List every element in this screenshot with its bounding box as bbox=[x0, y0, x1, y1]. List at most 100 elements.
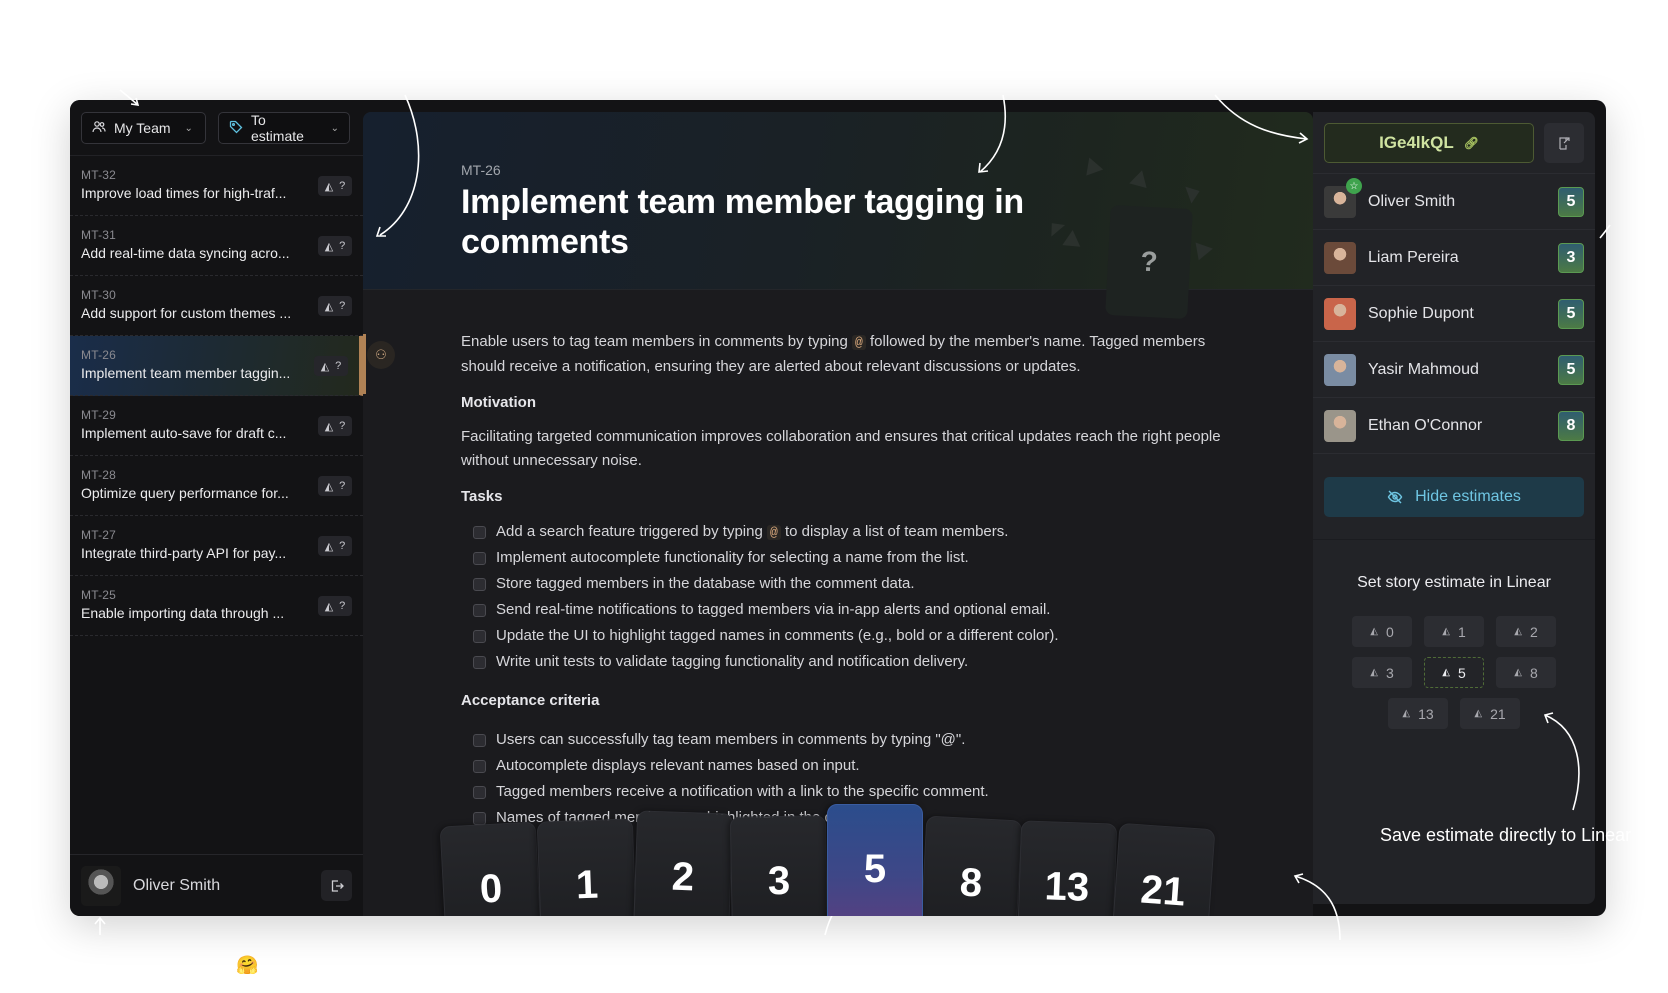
issue-item-title: Implement team member taggin... bbox=[81, 365, 291, 381]
estimate-card[interactable]: 1 bbox=[536, 818, 638, 916]
issue-title: Implement team member tagging in comment… bbox=[461, 183, 1024, 261]
player-name: Liam Pereira bbox=[1368, 248, 1459, 266]
task-item: Implement autocomplete functionality for… bbox=[473, 545, 1221, 571]
logout-icon bbox=[331, 879, 344, 892]
issue-item-id: MT-29 bbox=[81, 408, 117, 422]
acceptance-item: Autocomplete displays relevant names bas… bbox=[473, 753, 1221, 779]
estimate-option-button[interactable]: ◭ 13 bbox=[1388, 698, 1448, 729]
save-estimate-annotation: Save estimate directly to Linear bbox=[1380, 825, 1632, 845]
estimate-option-button[interactable]: ◭ 2 bbox=[1496, 616, 1556, 647]
player-row: ☆ Oliver Smith 5 bbox=[1313, 174, 1595, 230]
task-item: Store tagged members in the database wit… bbox=[473, 571, 1221, 597]
estimate-card[interactable]: 0 bbox=[439, 821, 543, 916]
estimate-option-button[interactable]: ◭ 8 bbox=[1496, 657, 1556, 688]
issue-item-id: MT-32 bbox=[81, 168, 117, 182]
estimate-card-deck: 0 1 2 3 5 8 13 21 bbox=[439, 804, 1223, 916]
task-text: Add a search feature triggered by typing… bbox=[496, 520, 1008, 545]
status-filter-label: To estimate bbox=[251, 112, 304, 144]
estimate-badge: ◭? bbox=[318, 296, 352, 316]
issue-list-item[interactable]: MT-26 Implement team member taggin... ◭? bbox=[70, 336, 363, 396]
logout-button[interactable] bbox=[321, 870, 352, 901]
estimate-badge: ◭? bbox=[318, 536, 352, 556]
host-star-icon: ☆ bbox=[1346, 178, 1362, 194]
issue-list-item[interactable]: MT-32 Improve load times for high-traf..… bbox=[70, 156, 363, 216]
room-header: IGe4lkQL 🔗︎ bbox=[1313, 112, 1595, 174]
acceptance-item: Users can successfully tag team members … bbox=[473, 727, 1221, 753]
acceptance-checkbox[interactable] bbox=[473, 785, 486, 799]
team-filter-dropdown[interactable]: My Team ⌄ bbox=[81, 112, 206, 144]
estimate-option-button[interactable]: ◭ 5 bbox=[1424, 657, 1484, 688]
issue-item-id: MT-27 bbox=[81, 528, 117, 542]
task-checkbox[interactable] bbox=[473, 655, 486, 669]
estimate-value: ? bbox=[339, 180, 346, 192]
acceptance-checkbox[interactable] bbox=[473, 759, 486, 773]
estimate-option-button[interactable]: ◭ 21 bbox=[1460, 698, 1520, 729]
estimate-badge: ◭? bbox=[318, 416, 352, 436]
link-icon: 🔗︎ bbox=[1463, 136, 1479, 150]
task-checkbox[interactable] bbox=[473, 603, 486, 617]
current-user-bar: Oliver Smith bbox=[70, 854, 363, 916]
estimate-option-value: 5 bbox=[1457, 664, 1466, 681]
task-checkbox[interactable] bbox=[473, 629, 486, 643]
issue-list-item[interactable]: MT-27 Integrate third-party API for pay.… bbox=[70, 516, 363, 576]
issue-item-title: Integrate third-party API for pay... bbox=[81, 545, 287, 561]
estimate-option-value: 1 bbox=[1457, 623, 1466, 640]
estimate-card[interactable]: 3 bbox=[729, 815, 829, 916]
estimate-option-button[interactable]: ◭ 3 bbox=[1352, 657, 1412, 688]
issue-list-item[interactable]: MT-28 Optimize query performance for... … bbox=[70, 456, 363, 516]
room-code: IGe4lkQL bbox=[1379, 133, 1454, 152]
estimate-value: ? bbox=[339, 600, 346, 612]
chevron-down-icon: ⌄ bbox=[330, 122, 339, 134]
estimate-card[interactable]: 13 bbox=[1016, 820, 1118, 916]
task-checkbox[interactable] bbox=[473, 525, 486, 539]
task-item: Send real-time notifications to tagged m… bbox=[473, 597, 1221, 623]
player-name: Yasir Mahmoud bbox=[1368, 360, 1479, 378]
tasks-heading: Tasks bbox=[461, 488, 503, 505]
estimate-triangle-icon: ◭ bbox=[324, 480, 334, 493]
task-text-part: to display a list of team members. bbox=[785, 522, 1009, 540]
task-item: Add a search feature triggered by typing… bbox=[473, 519, 1221, 545]
estimate-options: ◭ 0 ◭ 1 ◭ 2 ◭ 3 ◭ 5 ◭ 8 ◭ 13 ◭ 21 bbox=[1334, 616, 1574, 729]
issue-item-title: Enable importing data through ... bbox=[81, 605, 285, 621]
issue-list-item[interactable]: MT-31 Add real-time data syncing acro...… bbox=[70, 216, 363, 276]
card-value: 8 bbox=[958, 860, 984, 906]
issue-list-item[interactable]: MT-25 Enable importing data through ... … bbox=[70, 576, 363, 636]
decorative-triangle-icon bbox=[1129, 167, 1151, 189]
issue-id: MT-26 bbox=[461, 162, 501, 178]
inline-code: @ bbox=[852, 335, 866, 350]
eye-off-icon bbox=[1387, 490, 1403, 504]
estimate-option-button[interactable]: ◭ 0 bbox=[1352, 616, 1412, 647]
leave-room-button[interactable] bbox=[1544, 123, 1584, 163]
estimate-card[interactable]: 8 bbox=[919, 815, 1023, 916]
estimate-option-button[interactable]: ◭ 1 bbox=[1424, 616, 1484, 647]
estimate-card[interactable]: 5 bbox=[827, 804, 923, 916]
acceptance-text: Autocomplete displays relevant names bas… bbox=[496, 757, 860, 774]
issue-list: MT-32 Improve load times for high-traf..… bbox=[70, 156, 363, 636]
task-checkbox[interactable] bbox=[473, 551, 486, 565]
card-value: 13 bbox=[1043, 864, 1091, 910]
acceptance-checkbox[interactable] bbox=[473, 733, 486, 747]
user-avatar bbox=[81, 865, 121, 906]
task-text: Store tagged members in the database wit… bbox=[496, 575, 915, 592]
hide-estimates-button[interactable]: Hide estimates bbox=[1324, 477, 1584, 517]
room-code-button[interactable]: IGe4lkQL 🔗︎ bbox=[1324, 123, 1534, 163]
issue-item-id: MT-30 bbox=[81, 288, 117, 302]
player-vote: 5 bbox=[1558, 354, 1584, 385]
player-vote: 3 bbox=[1558, 242, 1584, 273]
estimate-triangle-icon: ◭ bbox=[324, 240, 334, 253]
issue-item-title: Optimize query performance for... bbox=[81, 485, 289, 501]
hugging-face-emoji: 🤗 bbox=[236, 955, 259, 975]
estimate-card[interactable]: 21 bbox=[1110, 822, 1216, 916]
acceptance-text: Users can successfully tag team members … bbox=[496, 731, 966, 748]
status-filter-dropdown[interactable]: To estimate ⌄ bbox=[218, 112, 350, 144]
issue-header: ? MT-26 Implement team member tagging in… bbox=[363, 112, 1313, 320]
motivation-heading: Motivation bbox=[461, 394, 536, 411]
issue-list-item[interactable]: MT-30 Add support for custom themes ... … bbox=[70, 276, 363, 336]
player-avatar bbox=[1324, 409, 1356, 442]
task-checkbox[interactable] bbox=[473, 577, 486, 591]
filter-bar: My Team ⌄ To estimate ⌄ bbox=[70, 100, 363, 156]
estimate-badge: ◭? bbox=[318, 236, 352, 256]
arrow-annotation bbox=[94, 916, 106, 935]
issue-list-item[interactable]: MT-29 Implement auto-save for draft c...… bbox=[70, 396, 363, 456]
estimate-card[interactable]: 2 bbox=[632, 810, 734, 916]
